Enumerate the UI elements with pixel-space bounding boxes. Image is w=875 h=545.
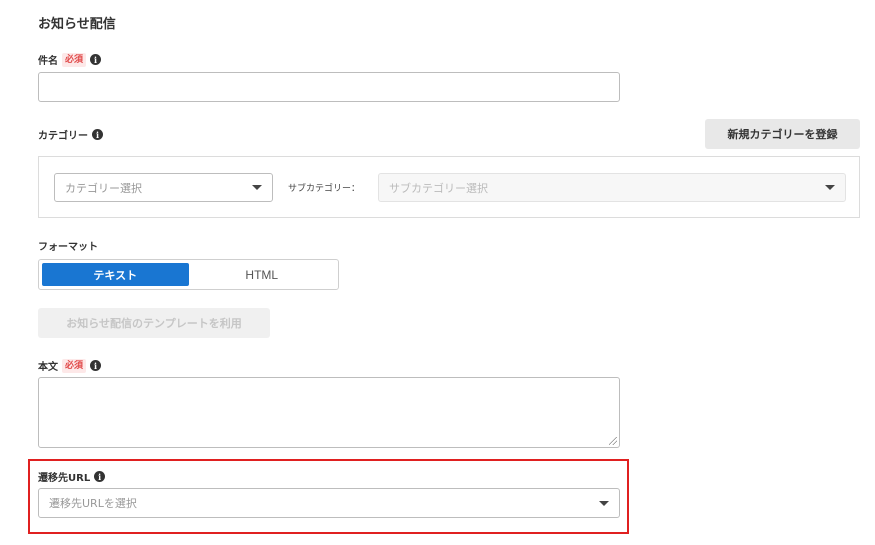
required-badge: 必須 (62, 358, 87, 373)
category-select[interactable]: カテゴリー選択 (54, 173, 273, 202)
format-option-text[interactable]: テキスト (42, 263, 189, 286)
caret-down-icon (252, 185, 262, 190)
category-label: カテゴリー (38, 131, 88, 142)
resize-handle-icon[interactable] (609, 437, 617, 445)
format-toggle: テキスト HTML (38, 259, 339, 290)
body-label: 本文 (38, 362, 58, 373)
subcategory-select-value: サブカテゴリー選択 (389, 181, 488, 195)
info-icon[interactable]: i (90, 54, 102, 65)
body-label-row: 本文 必須 i (38, 358, 102, 373)
dest-url-select-value: 遷移先URLを選択 (49, 497, 137, 510)
required-badge: 必須 (62, 52, 87, 67)
format-option-html[interactable]: HTML (189, 263, 336, 286)
caret-down-icon (825, 185, 835, 190)
template-button[interactable]: お知らせ配信のテンプレートを利用 (38, 308, 270, 338)
page-title: お知らせ配信 (38, 17, 116, 32)
info-icon[interactable]: i (92, 129, 103, 140)
subject-input[interactable] (38, 72, 620, 102)
subject-label-row: 件名 必須 i (38, 52, 102, 67)
subcategory-label: サブカテゴリー： (288, 184, 361, 194)
dest-url-select[interactable]: 遷移先URLを選択 (38, 488, 620, 518)
info-icon[interactable]: i (90, 360, 102, 371)
category-select-value: カテゴリー選択 (65, 181, 142, 195)
caret-down-icon (599, 500, 609, 506)
subcategory-select[interactable]: サブカテゴリー選択 (378, 173, 846, 202)
dest-url-label-row: 遷移先URL i (38, 469, 106, 484)
new-category-button[interactable]: 新規カテゴリーを登録 (705, 119, 860, 149)
format-label: フォーマット (38, 242, 98, 253)
subject-label: 件名 (38, 56, 58, 67)
category-panel: カテゴリー選択 サブカテゴリー： サブカテゴリー選択 (38, 156, 860, 218)
body-textarea[interactable] (38, 377, 620, 448)
dest-url-label: 遷移先URL (38, 473, 91, 484)
info-icon[interactable]: i (94, 471, 106, 482)
category-label-row: カテゴリー i (38, 127, 103, 142)
